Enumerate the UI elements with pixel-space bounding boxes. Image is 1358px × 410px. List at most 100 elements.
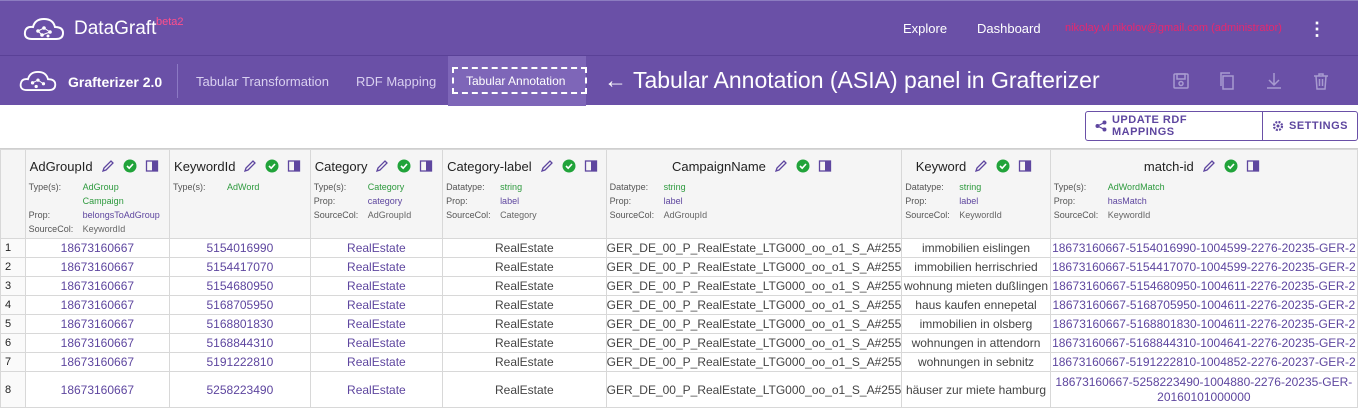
meta-value[interactable]: Campaign [83,196,124,206]
table-cell[interactable]: RealEstate [442,333,607,353]
table-cell[interactable]: 5191222810 [169,352,311,372]
table-cell[interactable]: 18673160667 [24,238,171,258]
meta-value[interactable]: AdGroup [83,182,119,192]
table-cell[interactable]: GER_DE_00_P_RealEstate_LTG000_oo_o1_S_A#… [605,238,903,258]
brand-name[interactable]: DataGraft [74,18,156,40]
table-cell[interactable]: 18673160667-5154417070-1004599-2276-2023… [1049,257,1358,277]
edit-pencil-icon[interactable] [1202,159,1216,173]
settings-button[interactable]: SETTINGS [1261,112,1357,140]
table-cell[interactable]: 18673160667-5168705950-1004611-2276-2023… [1049,295,1358,315]
edit-pencil-icon[interactable] [974,159,988,173]
table-cell[interactable]: 18673160667 [24,276,171,296]
table-cell[interactable]: 18673160667 [24,295,171,315]
download-icon[interactable] [1264,71,1284,91]
meta-value[interactable]: hasMatch [1108,196,1147,206]
meta-value[interactable]: category [368,196,403,206]
table-cell[interactable]: RealEstate [442,276,607,296]
table-cell[interactable]: 18673160667-5168844310-1004641-2276-2023… [1049,333,1358,353]
edit-pencil-icon[interactable] [243,159,257,173]
table-cell[interactable]: haus kaufen ennepetal [901,295,1051,315]
copy-icon[interactable] [1217,71,1237,91]
meta-value[interactable]: AdWord [227,182,259,192]
table-cell[interactable]: RealEstate [442,371,607,408]
table-cell[interactable]: 18673160667-5258223490-1004880-2276-2023… [1049,371,1358,408]
table-cell[interactable]: 18673160667 [24,352,171,372]
table-cell[interactable]: GER_DE_00_P_RealEstate_LTG000_oo_o1_S_A#… [605,314,903,334]
table-cell[interactable]: 5168844310 [169,333,311,353]
table-cell[interactable]: RealEstate [309,314,444,334]
column-panel-icon[interactable] [145,159,159,173]
column-header[interactable]: KeywordId Type(s): AdWord [169,149,311,239]
table-cell[interactable]: RealEstate [309,371,444,408]
column-panel-icon[interactable] [419,159,433,173]
table-cell[interactable]: 18673160667 [24,371,171,408]
meta-value[interactable]: label [664,196,683,206]
meta-value[interactable]: KeywordId [959,210,1002,220]
column-header[interactable]: Category Type(s): Category Prop: category So… [309,149,444,239]
table-cell[interactable]: RealEstate [309,257,444,277]
table-cell[interactable]: RealEstate [309,238,444,258]
table-cell[interactable]: RealEstate [442,238,607,258]
column-panel-icon[interactable] [818,159,832,173]
table-cell[interactable]: 18673160667-5154016990-1004599-2276-2023… [1049,238,1358,258]
table-cell[interactable]: wohnungen in sebnitz [901,352,1051,372]
table-cell[interactable]: wohnungen in attendorn [901,333,1051,353]
meta-value[interactable]: string [664,182,686,192]
column-header[interactable]: CampaignName Datatype: string Prop: label So… [605,149,903,239]
column-header[interactable]: match-id Type(s): AdWordMatch Prop: hasMatc… [1049,149,1358,239]
table-cell[interactable]: RealEstate [309,352,444,372]
meta-value[interactable]: label [500,196,519,206]
table-cell[interactable]: 5154680950 [169,276,311,296]
table-cell[interactable]: 18673160667-5154680950-1004611-2276-2023… [1049,276,1358,296]
table-cell[interactable]: immobilien eislingen [901,238,1051,258]
table-cell[interactable]: 18673160667 [24,257,171,277]
meta-value[interactable]: belongsToAdGroup [83,210,160,220]
column-panel-icon[interactable] [287,159,301,173]
cloud-logo-icon[interactable] [22,15,66,43]
column-header[interactable]: Keyword Datatype: string Prop: label SourceC… [901,149,1051,239]
table-cell[interactable]: immobilien in olsberg [901,314,1051,334]
table-cell[interactable]: GER_DE_00_P_RealEstate_LTG000_oo_o1_S_A#… [605,333,903,353]
meta-value[interactable]: KeywordId [1108,210,1151,220]
table-cell[interactable]: GER_DE_00_P_RealEstate_LTG000_oo_o1_S_A#… [605,276,903,296]
column-header[interactable]: AdGroupId Type(s): AdGroup Campaign Prop: be… [24,149,171,239]
table-cell[interactable]: 5168801830 [169,314,311,334]
delete-icon[interactable] [1311,71,1331,91]
table-cell[interactable]: RealEstate [442,295,607,315]
meta-value[interactable]: string [959,182,981,192]
update-rdf-mappings-button[interactable]: UPDATE RDF MAPPINGS [1086,112,1262,140]
table-cell[interactable]: RealEstate [442,352,607,372]
column-panel-icon[interactable] [1018,159,1032,173]
table-cell[interactable]: GER_DE_00_P_RealEstate_LTG000_oo_o1_S_A#… [605,371,903,408]
meta-value[interactable]: AdGroupId [664,210,708,220]
edit-pencil-icon[interactable] [774,159,788,173]
meta-value[interactable]: AdWordMatch [1108,182,1165,192]
edit-pencil-icon[interactable] [101,159,115,173]
table-cell[interactable]: 5168705950 [169,295,311,315]
save-icon[interactable] [1171,71,1191,91]
table-cell[interactable]: 5154016990 [169,238,311,258]
table-cell[interactable]: RealEstate [309,295,444,315]
table-cell[interactable]: RealEstate [309,333,444,353]
table-cell[interactable]: 5258223490 [169,371,311,408]
nav-dashboard[interactable]: Dashboard [977,21,1041,36]
table-cell[interactable]: wohnung mieten dußlingen [901,276,1051,296]
table-cell[interactable]: GER_DE_00_P_RealEstate_LTG000_oo_o1_S_A#… [605,352,903,372]
meta-value[interactable]: KeywordId [83,224,126,234]
more-menu-icon[interactable]: ⋮ [1308,18,1326,40]
tab-rdf-mapping[interactable]: RDF Mapping [356,74,436,89]
edit-pencil-icon[interactable] [540,159,554,173]
meta-value[interactable]: Category [500,210,537,220]
column-header[interactable]: Category-label Datatype: string Prop: label… [442,149,607,239]
column-panel-icon[interactable] [584,159,598,173]
tab-tabular-transformation[interactable]: Tabular Transformation [196,74,329,89]
meta-value[interactable]: string [500,182,522,192]
table-cell[interactable]: 18673160667 [24,333,171,353]
user-email[interactable]: nikolay.vl.nikolov@gmail.com (administra… [1065,22,1282,34]
table-cell[interactable]: 5154417070 [169,257,311,277]
table-cell[interactable]: RealEstate [309,276,444,296]
column-panel-icon[interactable] [1246,159,1260,173]
edit-pencil-icon[interactable] [375,159,389,173]
table-cell[interactable]: GER_DE_00_P_RealEstate_LTG000_oo_o1_S_A#… [605,257,903,277]
table-cell[interactable]: 18673160667-5191222810-1004852-2276-2023… [1049,352,1358,372]
